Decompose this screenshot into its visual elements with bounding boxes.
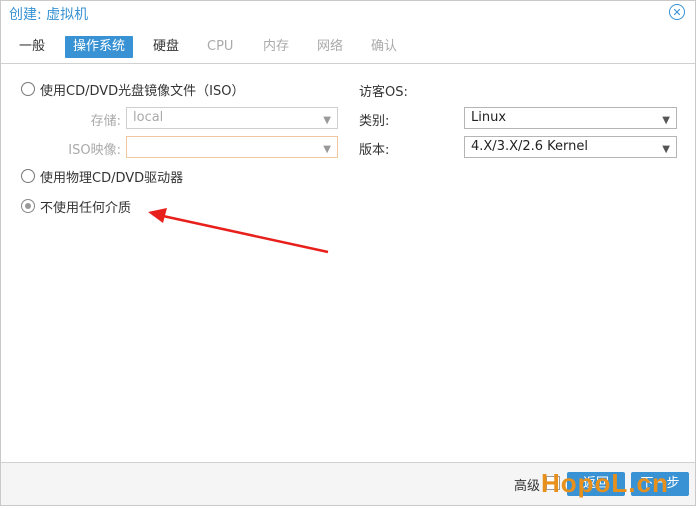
watermark-logo: HopoL.cn: [541, 468, 669, 498]
create-vm-dialog: 创建: 虚拟机 ✕ 一般 操作系统 硬盘 CPU 内存 网络 确认 使用CD/D…: [0, 0, 696, 506]
annotation-arrow: [148, 208, 329, 254]
advanced-label: 高级: [514, 479, 541, 494]
